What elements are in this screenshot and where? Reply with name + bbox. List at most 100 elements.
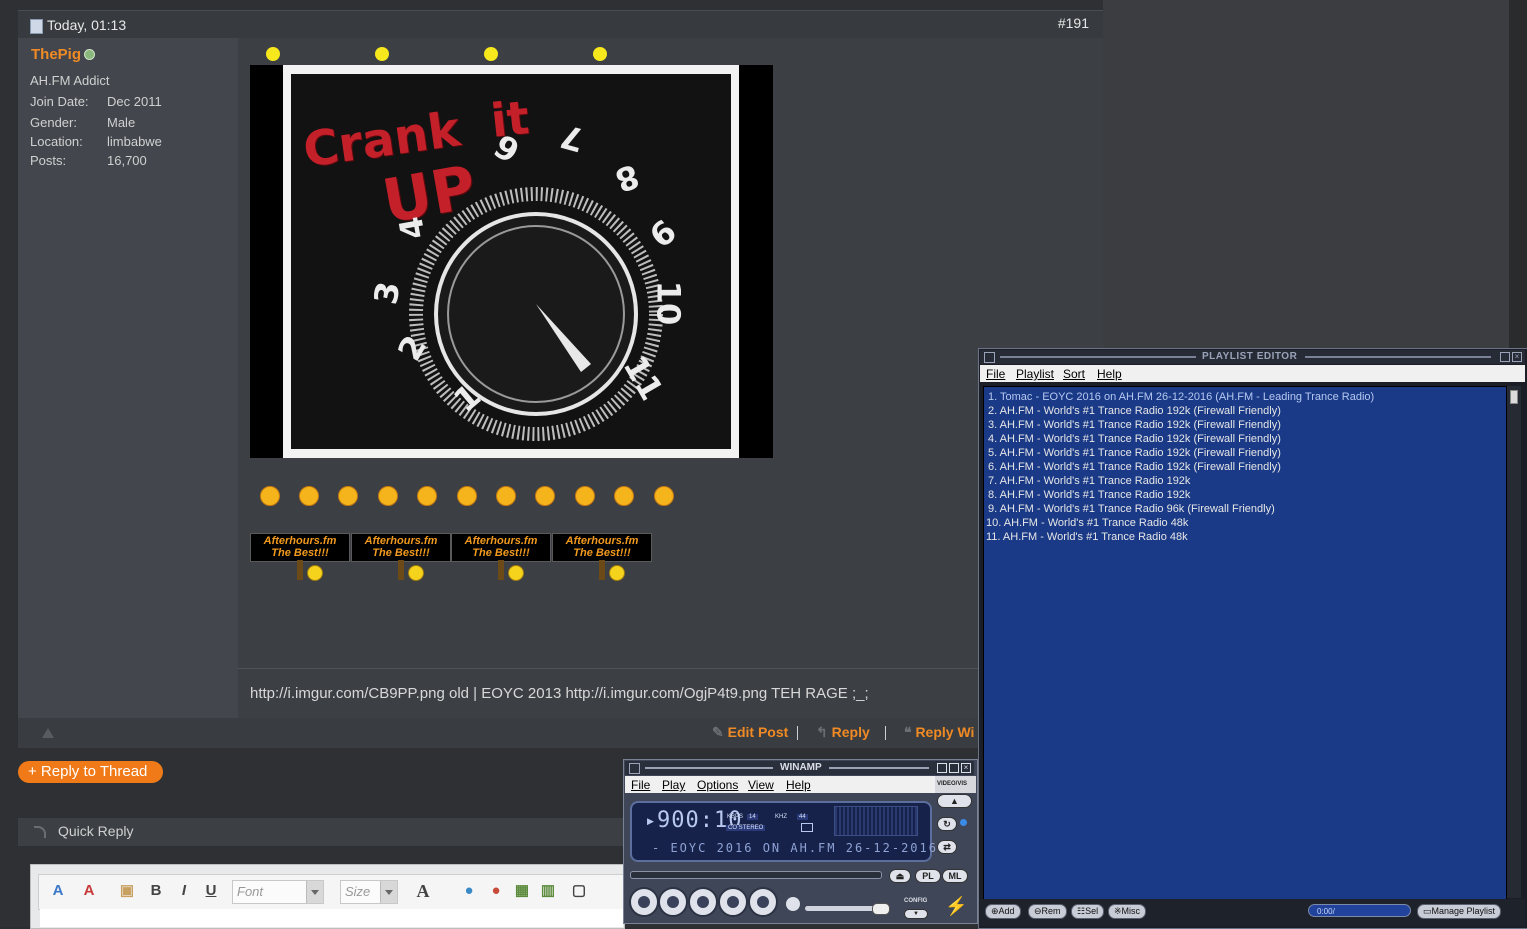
font-select[interactable]: Font [232, 880, 324, 904]
previous-button[interactable] [629, 887, 659, 917]
window-menu-icon[interactable] [984, 352, 995, 363]
post-number[interactable]: #191 [1058, 15, 1089, 31]
smiley-icon [593, 47, 607, 61]
reply-with-quote-button[interactable]: ❝ Reply Wi [904, 724, 974, 741]
winamp-menu-file[interactable]: File [631, 778, 650, 792]
playlist-item[interactable]: 2. AH.FM - World's #1 Trance Radio 192k … [988, 405, 1281, 417]
playlist-add-button[interactable]: ⊕Add [985, 904, 1021, 919]
report-icon[interactable] [42, 728, 54, 738]
smiley-icon [375, 47, 389, 61]
join-date-row: Join Date: Dec 2011 [30, 94, 162, 109]
paste-icon[interactable]: ▣ [117, 881, 137, 901]
eject-button[interactable]: ⏏ [889, 869, 911, 883]
winamp-menu-play[interactable]: Play [662, 778, 685, 792]
editor-toolbar: A A ▣ B I U Font Size A ● ● ▦ ▥ ▢ [38, 874, 625, 910]
stop-button[interactable] [718, 887, 748, 917]
underline-button[interactable]: U [201, 881, 221, 901]
playlist-item[interactable]: 9. AH.FM - World's #1 Trance Radio 96k (… [988, 503, 1275, 515]
song-title-scroll: - EOYC 2016 ON AH.FM 26-12-2016 [652, 841, 938, 855]
playlist-item[interactable]: 6. AH.FM - World's #1 Trance Radio 192k … [988, 461, 1281, 473]
remove-format-icon[interactable]: A [79, 881, 99, 901]
smiley-icon [295, 484, 321, 506]
volume-icon [786, 897, 800, 911]
quick-reply-header[interactable]: Quick Reply [18, 818, 623, 846]
winamp-bolt-icon[interactable]: ⚡ [945, 896, 967, 917]
insert-image-icon[interactable]: ▦ [512, 881, 532, 901]
font-size-icon[interactable]: A [48, 881, 68, 901]
winamp-titlebar[interactable]: WINAMP × [625, 761, 974, 775]
playlist-item[interactable]: 1. Tomac - EOYC 2016 on AH.FM 26-12-2016… [988, 391, 1374, 403]
bold-button[interactable]: B [146, 881, 166, 901]
playlist-titlebar[interactable]: PLAYLIST EDITOR × [980, 350, 1525, 364]
user-title: AH.FM Addict [30, 73, 110, 88]
playlist-misc-button[interactable]: ※Misc [1108, 904, 1147, 919]
spectrum-visualizer[interactable] [834, 806, 918, 836]
smiley-icon [531, 484, 557, 506]
ml-button[interactable]: ML [942, 869, 968, 883]
smiley-icon [453, 484, 479, 506]
smiley-icon [508, 565, 524, 581]
close-icon[interactable]: × [961, 763, 971, 773]
italic-button[interactable]: I [174, 881, 194, 901]
close-icon[interactable]: × [1512, 352, 1522, 362]
playlist-scrollbar[interactable] [1507, 386, 1521, 898]
size-select[interactable]: Size [340, 880, 398, 904]
remove-link-icon[interactable]: ● [486, 881, 506, 901]
next-button[interactable] [748, 887, 778, 917]
signature-text[interactable]: http://i.imgur.com/CB9PP.png old | EOYC … [250, 685, 869, 702]
reply-to-thread-button[interactable]: + Reply to Thread [18, 761, 163, 783]
quote-icon[interactable]: ▢ [569, 881, 589, 901]
playlist-sel-button[interactable]: ☷Sel [1071, 904, 1105, 919]
playlist-menu-help[interactable]: Help [1097, 367, 1122, 381]
repeat-button[interactable]: ↻ [937, 817, 957, 831]
playlist-rem-button[interactable]: ⊖Rem [1028, 904, 1067, 919]
playlist-item[interactable]: 10. AH.FM - World's #1 Trance Radio 48k [986, 517, 1188, 529]
khz-value: 44 [797, 814, 808, 820]
smiley-icon [334, 484, 360, 506]
playlist-list[interactable]: 1. Tomac - EOYC 2016 on AH.FM 26-12-2016… [983, 386, 1507, 900]
winamp-menu-options[interactable]: Options [697, 778, 738, 792]
text-color-button[interactable]: A [413, 881, 433, 901]
afterhours-sign: Afterhours.fm The Best!!! [451, 533, 551, 562]
playlist-item[interactable]: 5. AH.FM - World's #1 Trance Radio 192k … [988, 447, 1281, 459]
edit-post-button[interactable]: ✎ Edit Post [712, 724, 788, 741]
minimize-icon[interactable] [937, 763, 947, 773]
config-button[interactable]: ▼ [904, 909, 928, 919]
playlist-menu-file[interactable]: File [986, 367, 1005, 381]
afterhours-sign: Afterhours.fm The Best!!! [351, 533, 451, 562]
playlist-item[interactable]: 7. AH.FM - World's #1 Trance Radio 192k [988, 475, 1190, 487]
play-button[interactable] [658, 887, 688, 917]
insert-video-icon[interactable]: ▥ [538, 881, 558, 901]
smiley-icon [610, 484, 636, 506]
play-indicator-icon: ▶ [647, 816, 654, 826]
playlist-menu-sort[interactable]: Sort [1063, 367, 1085, 381]
smiley-icon [492, 484, 518, 506]
afterhours-sign: Afterhours.fm The Best!!! [552, 533, 652, 562]
video-vis-button[interactable]: ▲ [937, 794, 972, 808]
seek-bar[interactable] [630, 871, 882, 879]
pl-button[interactable]: PL [915, 869, 941, 883]
playlist-item[interactable]: 8. AH.FM - World's #1 Trance Radio 192k [988, 489, 1190, 501]
username[interactable]: ThePig [31, 46, 81, 63]
winamp-menu-view[interactable]: View [748, 778, 774, 792]
config-label: CONFIG [904, 898, 928, 904]
manage-playlist-button[interactable]: ▭Manage Playlist [1417, 904, 1502, 919]
playlist-item[interactable]: 11. AH.FM - World's #1 Trance Radio 48k [986, 531, 1188, 543]
playlist-item[interactable]: 3. AH.FM - World's #1 Trance Radio 192k … [988, 419, 1281, 431]
playlist-menu-playlist[interactable]: Playlist [1016, 367, 1054, 381]
smiley-icon [484, 47, 498, 61]
insert-link-icon[interactable]: ● [459, 881, 479, 901]
window-menu-icon[interactable] [629, 763, 640, 774]
playlist-item[interactable]: 4. AH.FM - World's #1 Trance Radio 192k … [988, 433, 1281, 445]
reply-button[interactable]: ↰ Reply [816, 724, 870, 741]
quote-icon: ❝ [904, 724, 912, 740]
reply-textarea[interactable] [40, 909, 623, 927]
quick-reply-label: Quick Reply [58, 823, 134, 839]
smiley-icon [413, 484, 439, 506]
pause-button[interactable] [688, 887, 718, 917]
shuffle-button[interactable]: ⇄ [937, 840, 957, 854]
volume-thumb[interactable] [872, 903, 890, 915]
shade-icon[interactable] [1500, 352, 1510, 362]
shade-icon[interactable] [949, 763, 959, 773]
winamp-menu-help[interactable]: Help [786, 778, 811, 792]
